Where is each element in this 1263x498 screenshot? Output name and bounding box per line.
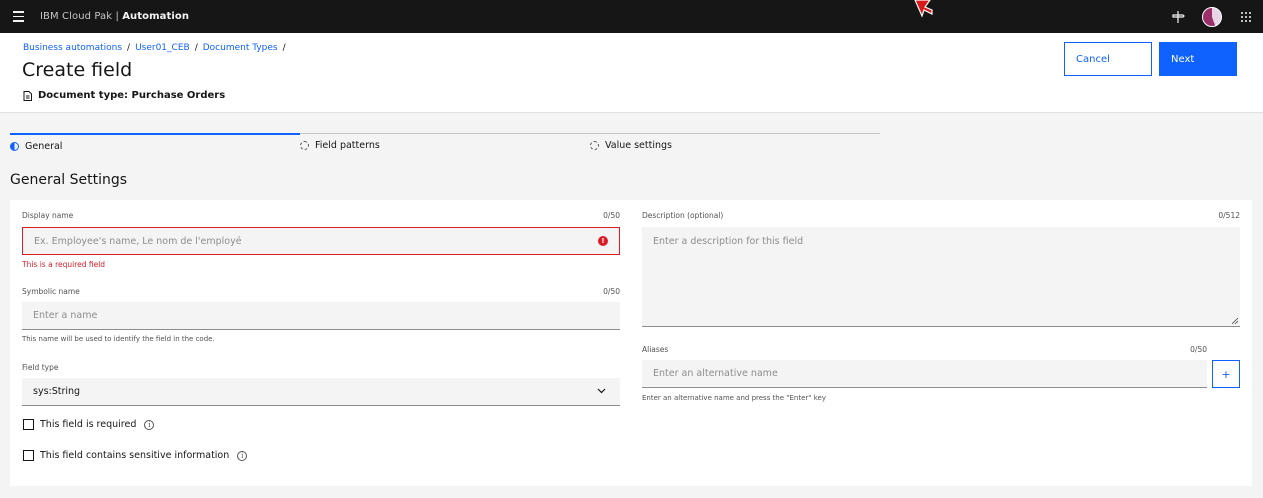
field-type-label: Field type: [22, 363, 59, 372]
next-button[interactable]: Next: [1159, 42, 1237, 76]
step-label: Field patterns: [315, 140, 380, 151]
display-name-input[interactable]: Ex. Employee's name, Le nom de l'employé…: [22, 227, 620, 255]
step-incomplete-icon: [300, 141, 309, 150]
menu-icon[interactable]: [0, 0, 36, 33]
breadcrumb-separator: /: [194, 43, 198, 53]
description-label: Description (optional): [642, 211, 724, 220]
breadcrumb-user01-ceb[interactable]: User01_CEB: [135, 43, 190, 53]
page-header: Business automations / User01_CEB / Docu…: [0, 33, 1263, 113]
sensitive-checkbox-row[interactable]: This field contains sensitive informatio…: [23, 450, 248, 461]
aliases-input[interactable]: Enter an alternative name: [642, 360, 1207, 388]
symbolic-name-label: Symbolic name: [22, 287, 80, 296]
field-type-value: sys:String: [33, 386, 81, 397]
aliases-placeholder: Enter an alternative name: [653, 368, 778, 379]
required-checkbox-label: This field is required: [40, 419, 137, 430]
app-brand[interactable]: IBM Cloud Pak | Automation: [40, 11, 189, 22]
step-general[interactable]: General: [10, 133, 300, 157]
required-checkbox-row[interactable]: This field is required i: [23, 419, 155, 430]
aliases-label: Aliases: [642, 345, 669, 354]
required-checkbox[interactable]: [23, 419, 34, 430]
description-counter: 0/512: [1218, 211, 1240, 220]
info-icon[interactable]: i: [144, 419, 155, 430]
symbolic-name-input[interactable]: Enter a name: [22, 302, 620, 330]
field-type-select[interactable]: sys:String: [22, 378, 620, 406]
description-placeholder: Enter a description for this field: [653, 236, 804, 247]
avatar[interactable]: [1195, 0, 1229, 33]
step-current-icon: [10, 141, 19, 151]
sensitive-checkbox-label: This field contains sensitive informatio…: [40, 450, 230, 461]
brand-prefix: IBM Cloud Pak |: [40, 11, 123, 22]
display-name-error: This is a required field: [22, 260, 106, 269]
symbolic-name-placeholder: Enter a name: [33, 310, 98, 321]
display-name-placeholder: Ex. Employee's name, Le nom de l'employé: [34, 235, 242, 247]
top-navigation-bar: IBM Cloud Pak | Automation: [0, 0, 1263, 33]
sensitive-checkbox[interactable]: [23, 450, 34, 461]
mouse-cursor-icon: [914, 0, 933, 18]
app-switcher-icon[interactable]: [1229, 0, 1263, 33]
breadcrumb: Business automations / User01_CEB / Docu…: [23, 43, 286, 53]
step-field-patterns[interactable]: Field patterns: [300, 133, 590, 157]
breadcrumb-document-types[interactable]: Document Types: [203, 43, 278, 53]
breadcrumb-business-automations[interactable]: Business automations: [23, 43, 122, 53]
breadcrumb-separator: /: [282, 43, 286, 53]
display-name-label: Display name: [22, 211, 74, 220]
description-textarea[interactable]: Enter a description for this field: [642, 227, 1240, 327]
progress-indicator: General Field patterns Value settings: [10, 133, 880, 157]
step-value-settings[interactable]: Value settings: [590, 133, 880, 157]
display-name-counter: 0/50: [603, 211, 620, 220]
brand-product: Automation: [122, 11, 190, 22]
aliases-helper: Enter an alternative name and press the …: [642, 394, 826, 402]
cancel-button[interactable]: Cancel: [1064, 42, 1152, 76]
signpost-icon[interactable]: [1161, 0, 1195, 33]
breadcrumb-separator: /: [127, 43, 131, 53]
symbolic-name-counter: 0/50: [603, 287, 620, 296]
error-icon: !: [598, 236, 608, 246]
resize-handle-icon[interactable]: [1232, 318, 1238, 324]
section-title: General Settings: [10, 172, 128, 188]
document-icon: [23, 90, 32, 101]
document-type-text: Document type: Purchase Orders: [38, 90, 226, 101]
add-alias-button[interactable]: +: [1212, 360, 1240, 388]
step-incomplete-icon: [590, 141, 599, 150]
step-label: General: [25, 140, 63, 152]
chevron-down-icon: [597, 388, 606, 394]
info-icon[interactable]: i: [237, 450, 248, 461]
aliases-counter: 0/50: [1190, 345, 1207, 354]
document-type-label: Document type: Purchase Orders: [23, 90, 225, 101]
step-label: Value settings: [605, 140, 672, 151]
symbolic-name-helper: This name will be used to identify the f…: [22, 335, 215, 343]
page-title: Create field: [22, 59, 133, 81]
general-settings-form: Display name 0/50 Ex. Employee's name, L…: [10, 200, 1252, 486]
